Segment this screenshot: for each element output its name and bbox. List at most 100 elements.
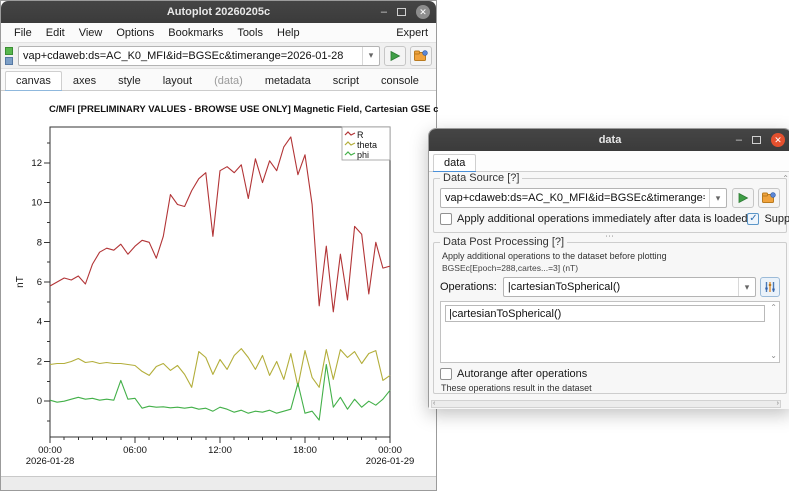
- svg-text:00:00: 00:00: [38, 445, 62, 456]
- operations-filter-button[interactable]: [760, 277, 780, 297]
- dialog-play-icon: [737, 192, 749, 204]
- plot-go-button[interactable]: [384, 46, 406, 66]
- autoplot-titlebar[interactable]: Autoplot 20260205c – ✕: [1, 1, 436, 23]
- svg-text:2: 2: [37, 356, 42, 367]
- dialog-minimize-icon[interactable]: –: [736, 135, 742, 146]
- plot-title: C/MFI [PRELIMINARY VALUES - BROWSE USE O…: [49, 104, 438, 115]
- menu-help[interactable]: Help: [270, 25, 307, 41]
- autoplot-window-title: Autoplot 20260205c: [1, 6, 436, 18]
- menu-tools[interactable]: Tools: [230, 25, 270, 41]
- dialog-tab-data[interactable]: data: [433, 154, 476, 171]
- apply-immediately-checkbox[interactable]: [440, 213, 452, 225]
- series-R: [50, 137, 390, 312]
- data-dialog-titlebar[interactable]: data – ✕: [429, 129, 789, 151]
- tab-style[interactable]: style: [107, 71, 152, 90]
- dialog-inspect-uri-button[interactable]: [758, 188, 780, 208]
- dialog-content: ⌃ Data Source [?] ▾: [429, 172, 789, 409]
- post-processing-group: Data Post Processing [?] Apply additiona…: [433, 242, 787, 394]
- data-source-group: Data Source [?] ▾: [433, 178, 787, 233]
- data-source-help-link[interactable]: [?]: [507, 172, 519, 184]
- operations-editor-panel[interactable]: ⌃ ⌄: [440, 301, 780, 363]
- tab-canvas[interactable]: canvas: [5, 71, 62, 90]
- menu-view[interactable]: View: [72, 25, 110, 41]
- menu-bookmarks[interactable]: Bookmarks: [161, 25, 230, 41]
- svg-text:10: 10: [31, 198, 42, 209]
- dialog-plot-go-button[interactable]: [732, 188, 754, 208]
- tab-layout[interactable]: layout: [152, 71, 203, 90]
- uri-combobox[interactable]: ▾: [18, 46, 380, 66]
- menubar: File Edit View Options Bookmarks Tools H…: [1, 23, 436, 43]
- operations-status-text: These operations result in the dataset: [441, 383, 779, 393]
- tab-axes[interactable]: axes: [62, 71, 107, 90]
- data-dialog-window: data – ✕ data ⌃ Data Source [?] ▾: [428, 128, 789, 408]
- svg-text:phi: phi: [357, 150, 369, 160]
- autoplot-window: Autoplot 20260205c – ✕ File Edit View Op…: [0, 0, 437, 491]
- plot-canvas-area: C/MFI [PRELIMINARY VALUES - BROWSE USE O…: [1, 91, 436, 483]
- post-processing-help-link[interactable]: [?]: [552, 236, 564, 248]
- scroll-right-icon[interactable]: ›: [776, 401, 780, 407]
- operations-chevron-down-icon[interactable]: ▾: [738, 278, 755, 296]
- plot-legend: Rthetaphi: [342, 127, 390, 160]
- tab-console[interactable]: console: [370, 71, 430, 90]
- operations-editor-input[interactable]: [445, 305, 765, 322]
- plot-canvas[interactable]: C/MFI [PRELIMINARY VALUES - BROWSE USE O…: [1, 91, 438, 483]
- post-processing-legend: Data Post Processing: [443, 236, 549, 248]
- menu-options[interactable]: Options: [109, 25, 161, 41]
- suppress-reset-label: Suppress Reset: [764, 213, 789, 225]
- autorange-checkbox[interactable]: [440, 368, 452, 380]
- suppress-reset-checkbox[interactable]: ✓: [747, 213, 759, 225]
- svg-text:00:00: 00:00: [378, 445, 402, 456]
- dialog-maximize-icon[interactable]: [752, 136, 761, 144]
- dialog-uri-combobox[interactable]: ▾: [440, 188, 727, 208]
- scroll-left-icon[interactable]: ‹: [432, 401, 436, 407]
- apply-immediately-label: Apply additional operations immediately …: [457, 213, 747, 225]
- main-tabbar: canvas axes style layout (data) metadata…: [1, 69, 436, 91]
- menu-edit[interactable]: Edit: [39, 25, 72, 41]
- filters-icon: [764, 281, 776, 293]
- svg-text:8: 8: [37, 237, 42, 248]
- operations-input[interactable]: [504, 281, 738, 293]
- svg-text:18:00: 18:00: [293, 445, 317, 456]
- inspect-uri-button[interactable]: [410, 46, 432, 66]
- expert-mode-label[interactable]: Expert: [396, 27, 430, 39]
- svg-text:12: 12: [31, 158, 42, 169]
- play-icon: [389, 50, 401, 62]
- dialog-close-icon[interactable]: ✕: [771, 133, 785, 147]
- axes: [44, 127, 390, 443]
- tick-labels: 00:002026-01-2806:0012:0018:0000:002026-…: [26, 158, 415, 467]
- series-theta: [50, 349, 390, 388]
- svg-text:R: R: [357, 130, 364, 140]
- chevron-down-icon[interactable]: ▾: [362, 47, 379, 65]
- dialog-uri-input[interactable]: [441, 192, 709, 204]
- close-icon[interactable]: ✕: [416, 5, 430, 19]
- y-axis-label: nT: [15, 276, 26, 288]
- tab-script[interactable]: script: [322, 71, 370, 90]
- svg-text:2026-01-28: 2026-01-28: [26, 456, 75, 467]
- operations-label: Operations:: [440, 281, 497, 293]
- svg-text:2026-01-29: 2026-01-29: [366, 456, 415, 467]
- dataset-label: BGSEc[Epoch=288,cartes...=3] (nT): [442, 263, 778, 273]
- operations-combobox[interactable]: ▾: [503, 277, 756, 297]
- autorange-label: Autorange after operations: [457, 368, 587, 380]
- tab-metadata[interactable]: metadata: [254, 71, 322, 90]
- folder-edit-icon: [414, 50, 428, 62]
- svg-text:6: 6: [37, 277, 42, 288]
- editor-scroll-down-icon[interactable]: ⌄: [770, 352, 777, 360]
- svg-text:06:00: 06:00: [123, 445, 147, 456]
- dialog-uri-chevron-down-icon[interactable]: ▾: [709, 189, 726, 207]
- svg-text:0: 0: [37, 396, 42, 407]
- dialog-tabbar: data: [429, 151, 789, 172]
- post-processing-description: Apply additional operations to the datas…: [442, 251, 778, 261]
- dialog-folder-edit-icon: [762, 192, 776, 204]
- status-bar: [1, 476, 436, 490]
- svg-text:12:00: 12:00: [208, 445, 232, 456]
- svg-text:4: 4: [37, 317, 42, 328]
- horizontal-scrollbar[interactable]: ‹ ›: [431, 400, 781, 408]
- uri-input[interactable]: [19, 50, 362, 62]
- tab-data[interactable]: (data): [203, 71, 254, 90]
- minimize-icon[interactable]: –: [381, 7, 387, 18]
- menu-file[interactable]: File: [7, 25, 39, 41]
- editor-scroll-up-icon[interactable]: ⌃: [770, 304, 777, 312]
- uri-toolbar: ▾: [1, 43, 436, 69]
- maximize-icon[interactable]: [397, 8, 406, 16]
